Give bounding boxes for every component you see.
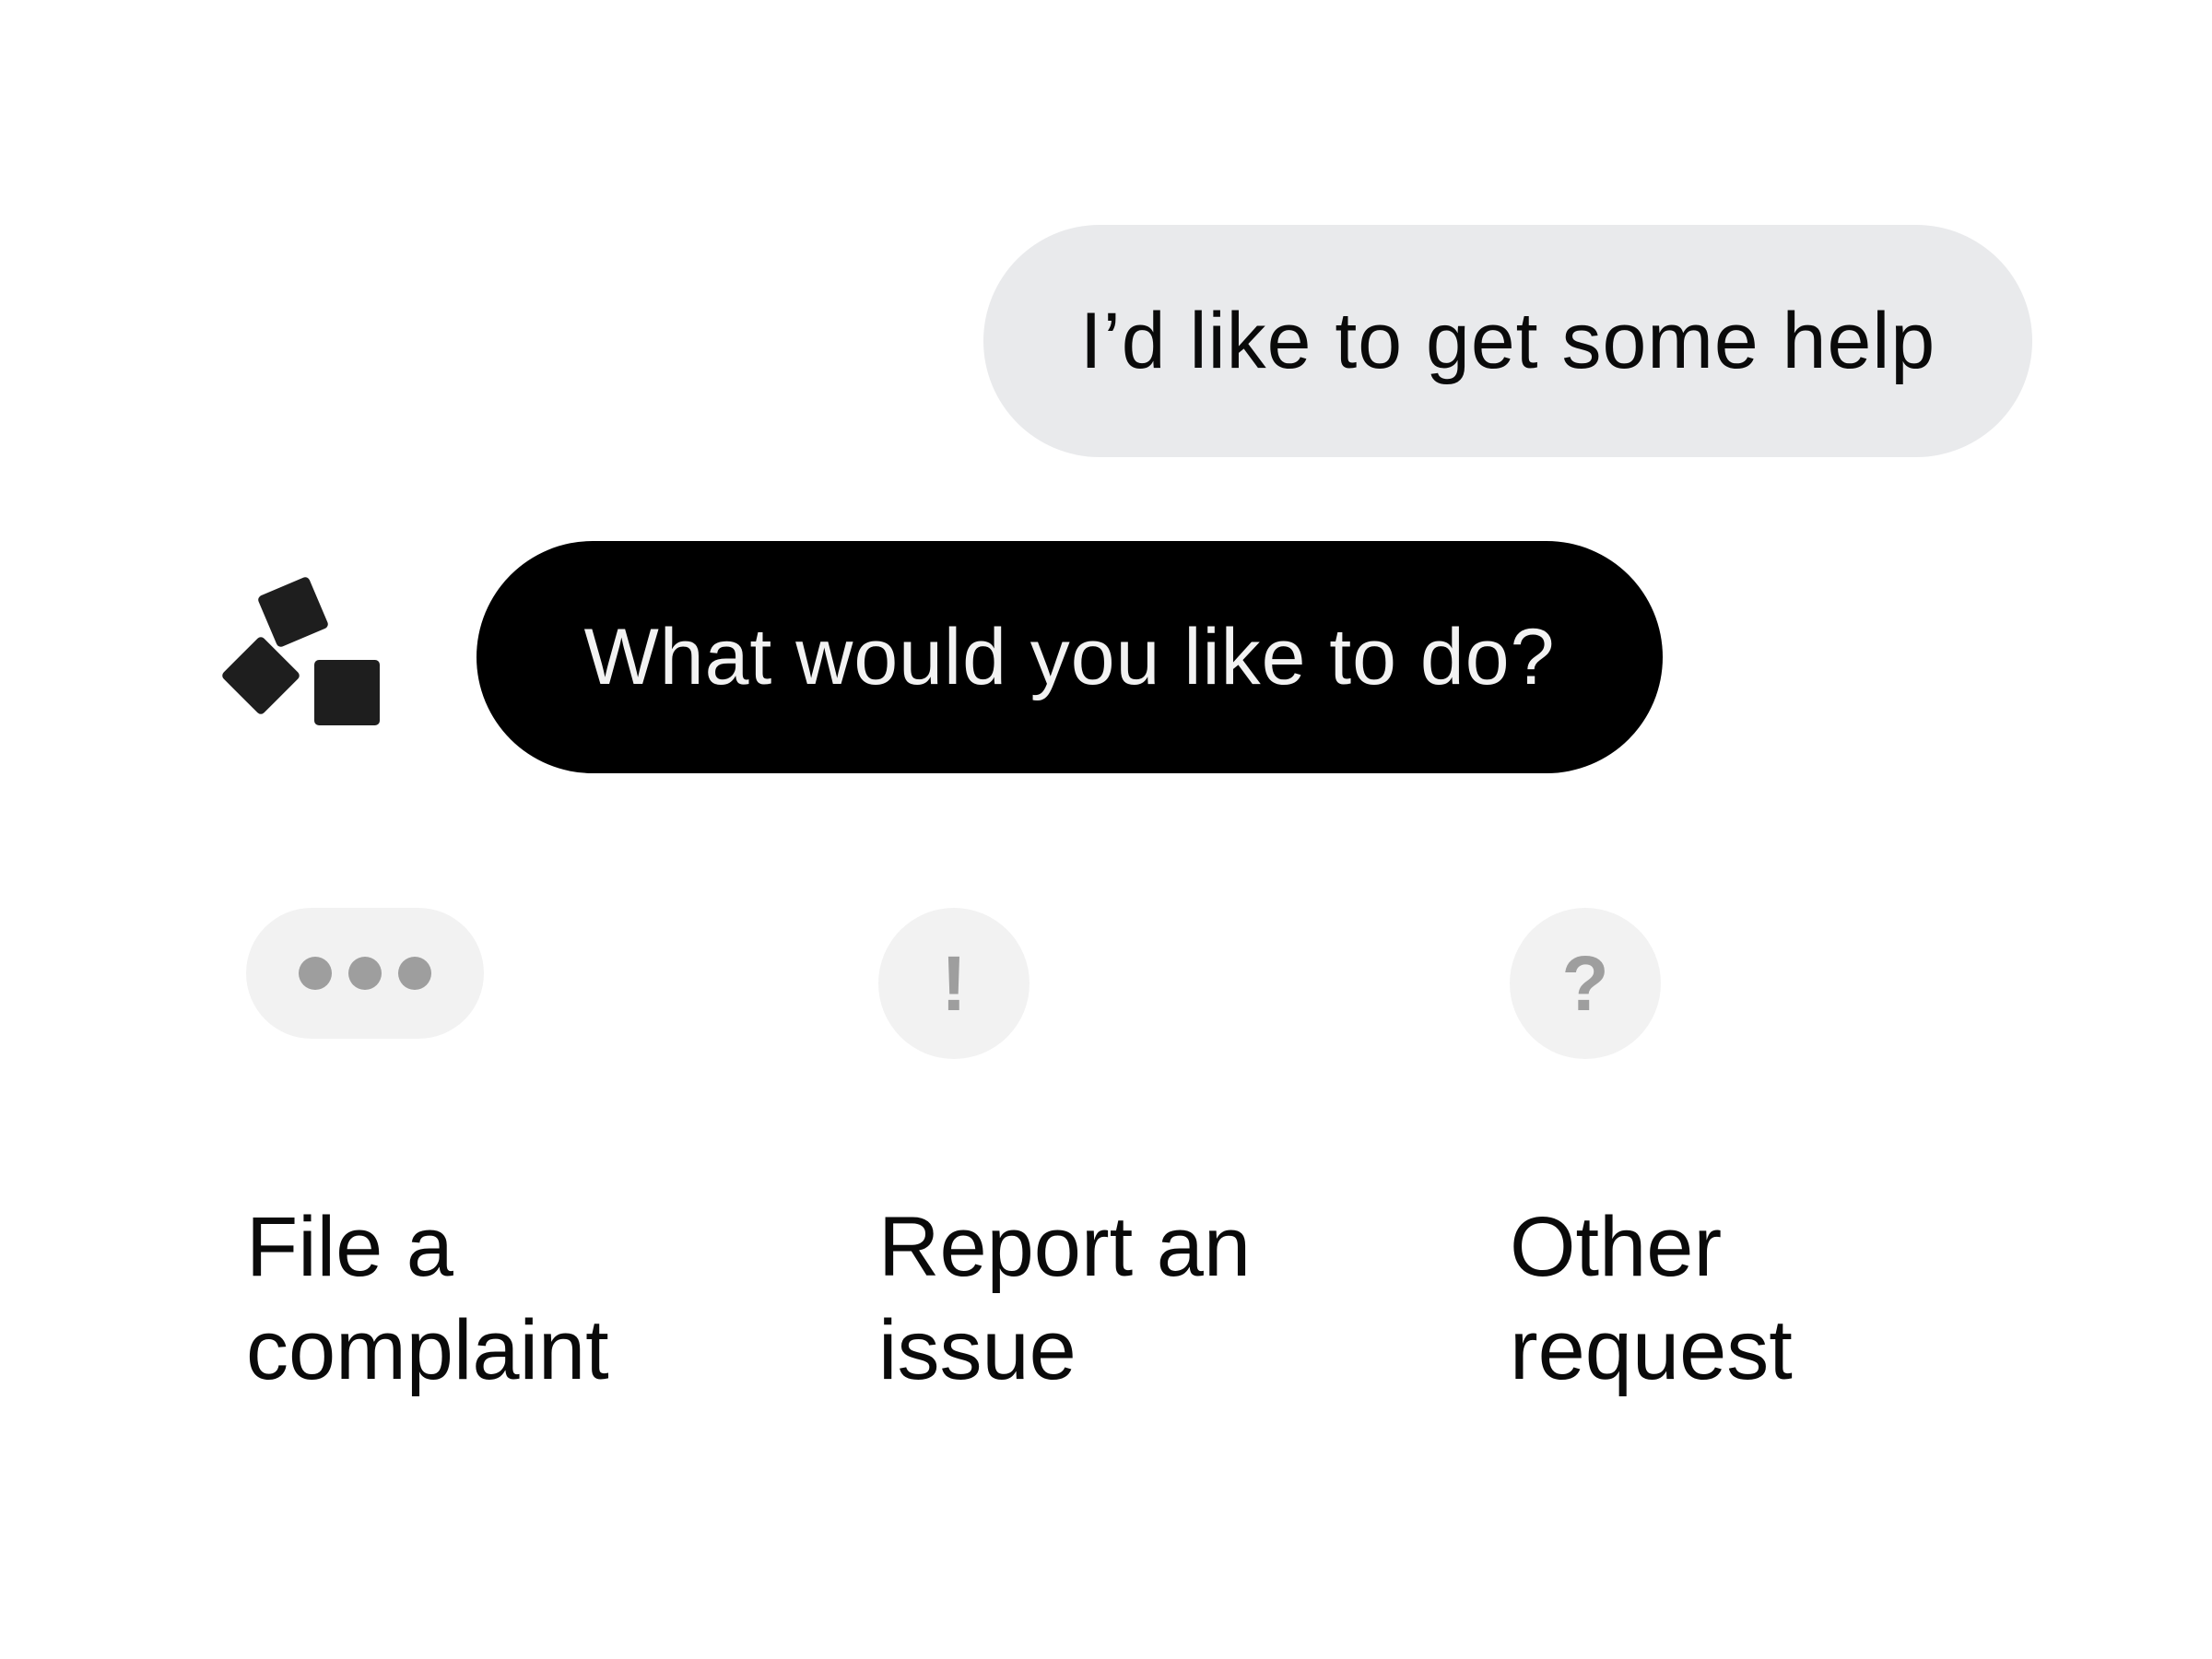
option-label-line: File a	[246, 1200, 453, 1294]
more-dots-icon[interactable]	[246, 908, 484, 1039]
dot	[299, 957, 332, 990]
option-label-line: Other	[1510, 1200, 1723, 1294]
dot	[348, 957, 382, 990]
question-icon[interactable]: ?	[1510, 908, 1661, 1059]
question-glyph: ?	[1561, 940, 1609, 1027]
blocks-logo-icon	[222, 577, 380, 725]
bot-message-text: What would you like to do?	[583, 612, 1556, 701]
option-label-line: issue	[878, 1303, 1077, 1397]
user-message-text: I’d like to get some help	[1079, 296, 1936, 385]
option-label-line: request	[1510, 1303, 1793, 1397]
bot-message-bubble: What would you like to do?	[477, 541, 1663, 773]
option-label[interactable]: File a complaint	[246, 1195, 799, 1402]
option-label[interactable]: Report an issue	[878, 1195, 1431, 1402]
exclamation-glyph: !	[941, 940, 967, 1027]
user-message-bubble: I’d like to get some help	[983, 225, 2032, 457]
dot	[398, 957, 431, 990]
option-label-line: Report an	[878, 1200, 1252, 1294]
option-label[interactable]: Other request	[1510, 1195, 2063, 1402]
exclamation-icon[interactable]: !	[878, 908, 1030, 1059]
option-label-line: complaint	[246, 1303, 609, 1397]
